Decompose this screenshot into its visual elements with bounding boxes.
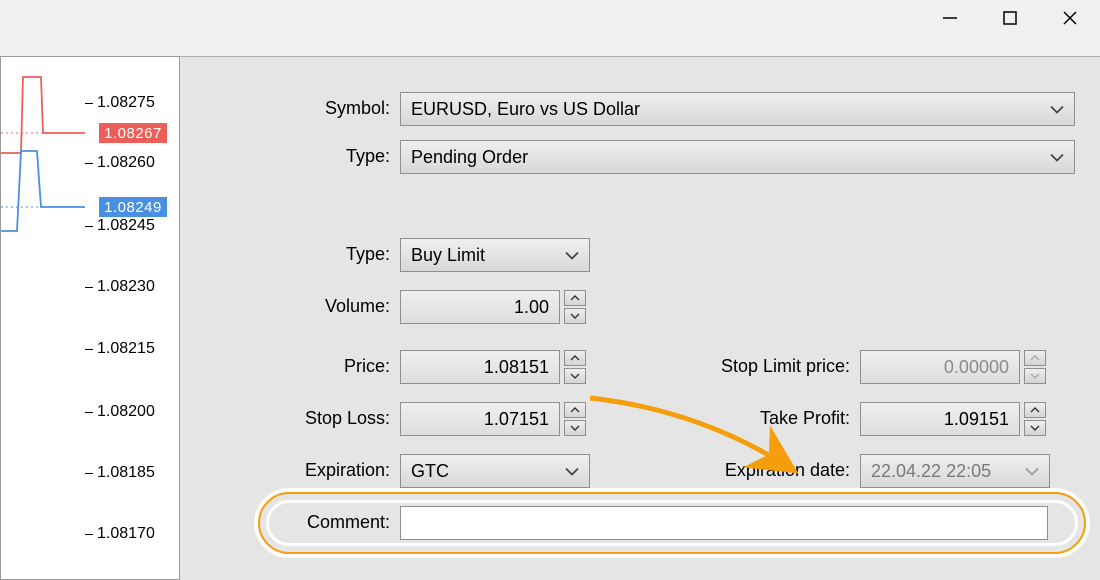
expiration-date-value: 22.04.22 22:05: [871, 461, 991, 482]
price-label: Price:: [200, 356, 390, 377]
close-icon: [1061, 9, 1079, 27]
expiration-date-label: Expiration date:: [620, 460, 850, 481]
pending-type-value: Buy Limit: [411, 245, 485, 266]
window-close-button[interactable]: [1040, 0, 1100, 36]
stop-limit-label: Stop Limit price:: [620, 356, 850, 377]
take-profit-input[interactable]: 1.09151: [860, 402, 1020, 436]
minimize-icon: [941, 9, 959, 27]
axis-tick-label: 1.08230: [97, 278, 155, 296]
stop-loss-label: Stop Loss:: [200, 408, 390, 429]
take-profit-decrease-button[interactable]: [1024, 420, 1046, 436]
annotation-highlight-ring: [254, 488, 1090, 558]
price-input[interactable]: 1.08151: [400, 350, 560, 384]
stop-loss-increase-button[interactable]: [564, 402, 586, 418]
pending-type-label: Type:: [200, 244, 390, 265]
ask-price-badge: 1.08267: [99, 123, 167, 143]
bid-price-badge: 1.08249: [99, 197, 167, 217]
volume-label: Volume:: [200, 296, 390, 317]
axis-tick-label: 1.08260: [97, 154, 155, 172]
stop-limit-input: 0.00000: [860, 350, 1020, 384]
pending-type-select[interactable]: Buy Limit: [400, 238, 590, 272]
symbol-label: Symbol:: [200, 98, 390, 119]
window-minimize-button[interactable]: [920, 0, 980, 36]
expiration-label: Expiration:: [200, 460, 390, 481]
price-decrease-button[interactable]: [564, 368, 586, 384]
maximize-icon: [1002, 10, 1018, 26]
order-type-value: Pending Order: [411, 147, 528, 168]
titlebar: [0, 0, 1100, 57]
chevron-down-icon: [1050, 99, 1064, 120]
axis-tick-label: 1.08200: [97, 403, 155, 421]
axis-tick-label: 1.08170: [97, 525, 155, 543]
expiration-date-select: 22.04.22 22:05: [860, 454, 1050, 488]
price-chart-axis: 1.08275 1.08267 1.08260 1.08249 1.08245 …: [0, 56, 180, 580]
take-profit-label: Take Profit:: [620, 408, 850, 429]
symbol-value: EURUSD, Euro vs US Dollar: [411, 99, 640, 120]
chevron-down-icon: [565, 245, 579, 266]
volume-increase-button[interactable]: [564, 290, 586, 306]
take-profit-increase-button[interactable]: [1024, 402, 1046, 418]
symbol-select[interactable]: EURUSD, Euro vs US Dollar: [400, 92, 1075, 126]
expiration-value: GTC: [411, 461, 449, 482]
price-increase-button[interactable]: [564, 350, 586, 366]
volume-input[interactable]: 1.00: [400, 290, 560, 324]
price-chart-plot: [1, 57, 85, 579]
chevron-down-icon: [1025, 461, 1039, 482]
chevron-down-icon: [565, 461, 579, 482]
expiration-select[interactable]: GTC: [400, 454, 590, 488]
price-axis-labels: 1.08275 1.08267 1.08260 1.08249 1.08245 …: [85, 57, 179, 579]
stop-loss-decrease-button[interactable]: [564, 420, 586, 436]
volume-decrease-button[interactable]: [564, 308, 586, 324]
axis-tick-label: 1.08185: [97, 464, 155, 482]
stop-loss-input[interactable]: 1.07151: [400, 402, 560, 436]
chevron-down-icon: [1050, 147, 1064, 168]
order-type-select[interactable]: Pending Order: [400, 140, 1075, 174]
axis-tick-label: 1.08245: [97, 217, 155, 235]
axis-tick-label: 1.08275: [97, 94, 155, 112]
stop-limit-decrease-button: [1024, 368, 1046, 384]
stop-limit-increase-button: [1024, 350, 1046, 366]
window-maximize-button[interactable]: [980, 0, 1040, 36]
order-type-label: Type:: [200, 146, 390, 167]
axis-tick-label: 1.08215: [97, 340, 155, 358]
